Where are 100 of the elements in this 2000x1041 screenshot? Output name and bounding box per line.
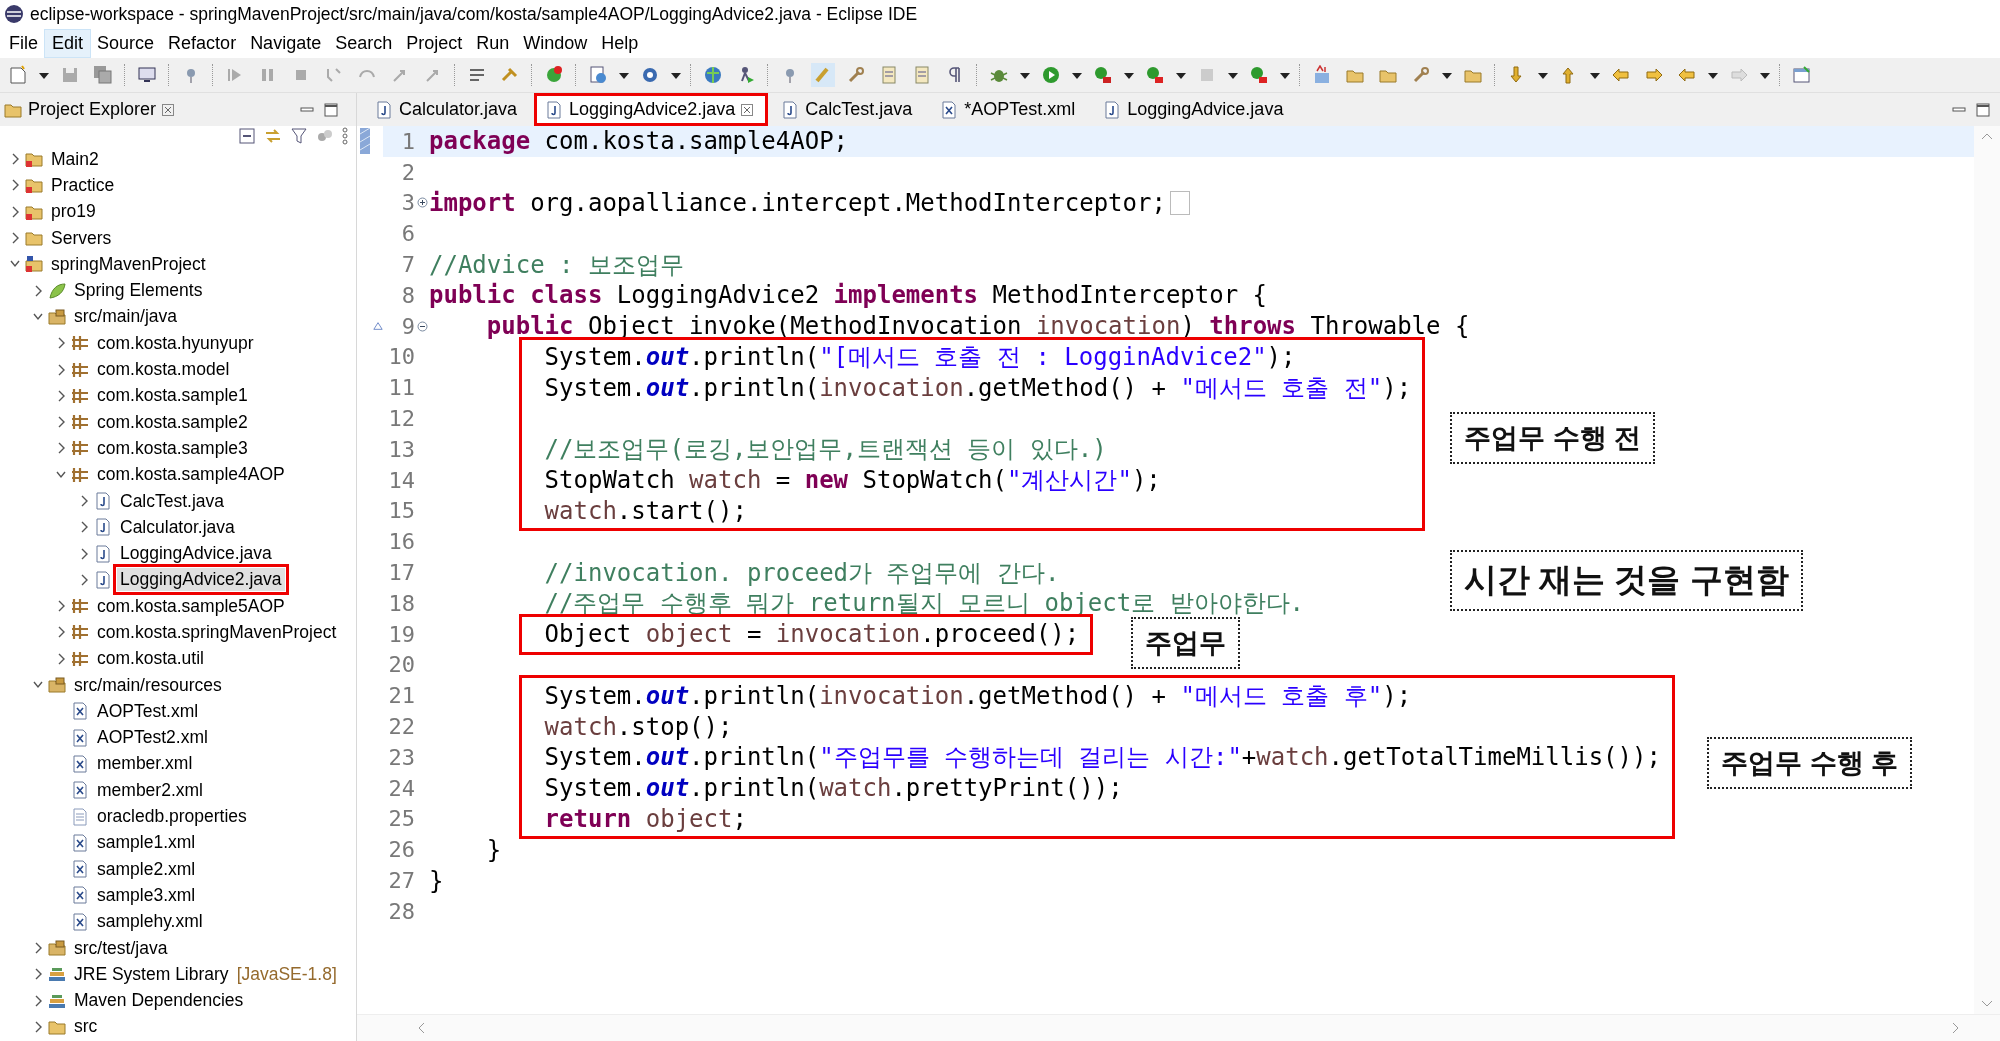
editor-tab[interactable]: CalcTest.java	[771, 94, 927, 125]
code-line: System.out.println("[메서드 호출 전 : LogginAdvice2");	[544, 342, 1296, 373]
menu-item[interactable]: Source	[90, 29, 162, 57]
menu-item[interactable]: Search	[328, 29, 400, 57]
tree-item[interactable]: CalcTest.java	[117, 489, 228, 513]
line-number: 20	[387, 652, 415, 678]
code-line: StopWatch watch = new StopWatch("계산시간");	[544, 465, 1161, 497]
new-file-icon	[8, 65, 28, 85]
monitor-icon	[137, 65, 157, 85]
tree-item[interactable]: src/main/resources	[71, 673, 225, 697]
maximize-icon[interactable]	[1976, 102, 1990, 117]
java-file-icon	[1103, 100, 1122, 119]
xml-file-icon	[71, 781, 89, 800]
editor-tab[interactable]: *AOPTest.xml	[930, 94, 1090, 125]
tree-item[interactable]: Practice	[48, 173, 118, 197]
tree-item[interactable]: com.kosta.model	[94, 358, 233, 381]
tree-item[interactable]: com.kosta.hyunyupr	[94, 331, 257, 355]
line-number: 28	[387, 898, 415, 924]
line-number: 17	[387, 560, 415, 586]
tree-item[interactable]: com.kosta.sample4AOP	[94, 463, 288, 487]
java-file-icon	[94, 492, 112, 510]
maximize-icon[interactable]	[324, 102, 338, 117]
tree-item[interactable]: sample3.xml	[94, 883, 199, 907]
tree-item[interactable]: member.xml	[94, 752, 196, 776]
tree-item[interactable]: src/main/java	[71, 305, 181, 329]
editor-tab[interactable]: LoggingAdvice2.java	[535, 94, 768, 125]
tree-item[interactable]: oracledb.properties	[94, 805, 250, 829]
menu-item[interactable]: Edit	[45, 29, 91, 57]
code-line: System.out.println(invocation.getMethod() + "메서드 호출 후");	[544, 680, 1412, 712]
code-line: }	[429, 866, 444, 895]
tree-item[interactable]: com.kosta.util	[94, 647, 207, 671]
code-line: }	[486, 835, 502, 864]
tree-item[interactable]: Calculator.java	[117, 515, 238, 539]
scroll-down-icon[interactable]	[1981, 1000, 1993, 1008]
java-file-icon	[94, 518, 112, 537]
tree-item[interactable]: src/test/java	[71, 936, 171, 960]
java-file-icon	[375, 100, 393, 119]
line-number: 14	[387, 467, 415, 493]
tree-item[interactable]: Maven Dependencies	[71, 989, 247, 1013]
expand-fold-icon[interactable]	[416, 197, 428, 209]
line-number: 10	[387, 344, 415, 370]
code-line: System.out.println(invocation.getMethod() + "메서드 호출 전");	[544, 372, 1412, 404]
java-file-icon	[94, 544, 112, 563]
editor-tab[interactable]: Calculator.java	[365, 94, 532, 125]
close-icon[interactable]	[741, 103, 754, 116]
web-page-icon	[588, 65, 608, 85]
tree-item[interactable]: com.kosta.springMavenProject	[94, 621, 340, 644]
tree-item[interactable]: com.kosta.sample3	[94, 436, 251, 460]
xml-file-icon	[71, 886, 89, 905]
collapse-fold-icon[interactable]	[416, 320, 428, 332]
code-line: watch.start();	[544, 496, 747, 525]
xml-file-icon	[71, 833, 89, 852]
menu-item[interactable]: Refactor	[161, 29, 244, 57]
tree-item[interactable]: Main2	[48, 147, 102, 171]
tree-item[interactable]: Servers	[48, 226, 115, 250]
line-number: 8	[400, 282, 415, 308]
tree-item[interactable]: samplehy.xml	[94, 910, 206, 934]
tree-item[interactable]: pro19	[48, 200, 99, 224]
collapse-all-icon[interactable]	[238, 127, 256, 145]
books-icon	[48, 965, 66, 984]
menu-item[interactable]: File	[2, 29, 45, 57]
tree-item[interactable]: JRE System Library	[71, 962, 232, 986]
tree-item[interactable]: Spring Elements	[71, 279, 206, 303]
line-number: 2	[400, 159, 415, 185]
tree-item[interactable]: com.kosta.sample5AOP	[94, 594, 288, 618]
tree-item[interactable]: com.kosta.sample1	[94, 384, 251, 408]
annotation-label: 주업무 수행 후	[1707, 737, 1912, 789]
run-external-icon	[1093, 65, 1113, 85]
package-icon	[71, 439, 89, 458]
tree-item[interactable]: src	[71, 1015, 101, 1039]
tree-item[interactable]: LoggingAdvice.java	[117, 542, 275, 566]
menu-item[interactable]: Run	[469, 29, 517, 57]
menu-item[interactable]: Help	[594, 29, 646, 57]
tree-item[interactable]: com.kosta.sample2	[94, 410, 251, 434]
window-title: eclipse-workspace - springMavenProject/src/main/java/com/kosta/sample4AOP/LoggingAdvice2.java - Eclipse IDE	[30, 3, 918, 25]
code-line: System.out.println("주업무를 수행하는데 걸리는 시간:"+watch.getTotalTimeMillis());	[544, 742, 1661, 774]
tree-item[interactable]: sample2.xml	[94, 857, 199, 881]
scroll-left-icon[interactable]	[417, 1022, 425, 1034]
tree-item[interactable]: sample1.xml	[94, 831, 199, 855]
tree-item[interactable]: AOPTest2.xml	[94, 726, 211, 750]
view-menu-icon[interactable]	[342, 127, 348, 145]
scroll-up-icon[interactable]	[1981, 132, 1993, 140]
run-tool-icon	[1249, 65, 1269, 85]
menu-item[interactable]: Window	[516, 29, 595, 57]
line-number: 27	[387, 868, 415, 893]
source-folder-icon	[48, 307, 66, 326]
xml-file-icon	[940, 100, 959, 119]
save-all-icon	[93, 65, 113, 85]
java-file-icon	[545, 100, 564, 119]
menu-item[interactable]: Navigate	[243, 29, 329, 57]
tree-item[interactable]: springMavenProject	[48, 252, 209, 276]
xml-file-icon	[71, 754, 89, 773]
editor-tab[interactable]: LoggingAdvice.java	[1093, 94, 1298, 125]
toolbar-button[interactable]	[91, 63, 115, 87]
tree-item[interactable]: AOPTest.xml	[94, 699, 202, 723]
code-line: Object object = invocation.proceed();	[544, 620, 1080, 649]
scroll-right-icon[interactable]	[1952, 1022, 1960, 1034]
menu-item[interactable]: Project	[399, 29, 470, 57]
tree-item[interactable]: member2.xml	[94, 778, 206, 802]
close-icon[interactable]	[162, 103, 175, 116]
